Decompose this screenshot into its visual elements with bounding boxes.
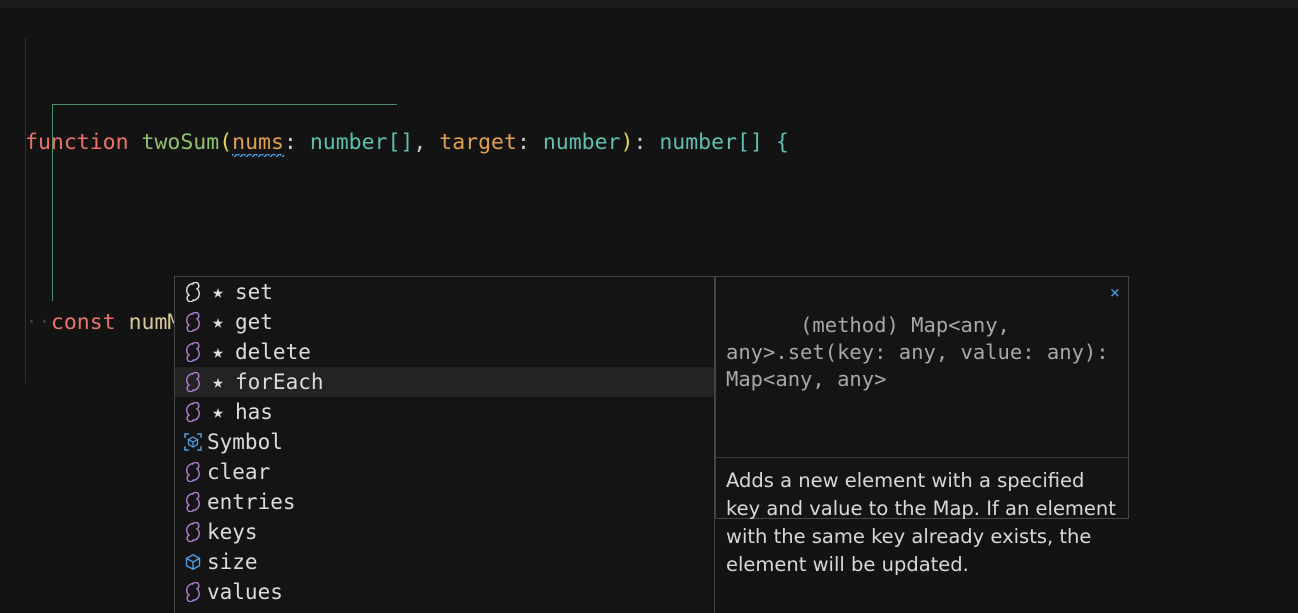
suggest-item-label: values: [207, 580, 283, 604]
token-brace-open: {: [775, 130, 789, 155]
suggest-item-label: delete: [235, 340, 311, 364]
close-icon[interactable]: ×: [1110, 285, 1120, 302]
suggest-widget-list[interactable]: ★ set ★ get ★ delete ★ forEach ★ has Symbol clear en…: [174, 276, 715, 613]
suggest-item-label: has: [235, 400, 273, 424]
suggest-item-get[interactable]: ★ get: [175, 307, 714, 337]
constant-icon: [182, 431, 204, 453]
token-colon: :: [283, 130, 310, 155]
suggest-item-keys[interactable]: keys: [175, 517, 714, 547]
suggest-item-size[interactable]: size: [175, 547, 714, 577]
token-paren-close: ): [620, 130, 634, 155]
property-icon: [182, 551, 204, 573]
suggest-item-label: size: [207, 550, 258, 574]
token-function-name: twoSum: [141, 130, 220, 155]
deprecated-star-icon: ★: [212, 281, 224, 303]
deprecated-star-icon: ★: [212, 371, 224, 393]
whitespace-dots: ··: [25, 310, 51, 335]
token-keyword-function: function: [25, 130, 129, 155]
suggest-signature-text: (method) Map<any, any>.set(key: any, val…: [726, 313, 1121, 391]
deprecated-star-icon: ★: [212, 401, 224, 423]
token-param-target: target: [439, 130, 517, 155]
suggest-item-label: entries: [207, 490, 296, 514]
suggest-item-label: Symbol: [207, 430, 283, 454]
method-icon: [182, 521, 204, 543]
suggest-item-entries[interactable]: entries: [175, 487, 714, 517]
method-icon: [182, 341, 204, 363]
method-icon: [182, 491, 204, 513]
suggest-item-has[interactable]: ★ has: [175, 397, 714, 427]
method-icon: [182, 311, 204, 333]
suggest-item-label: set: [235, 280, 273, 304]
method-icon: [182, 401, 204, 423]
token-space2: [763, 130, 776, 155]
suggest-signature: (method) Map<any, any>.set(key: any, val…: [716, 277, 1128, 457]
token-type-number: number: [542, 130, 621, 155]
vscode-editor-window: function twoSum(nums: number[], target: …: [0, 0, 1298, 613]
sp: [116, 310, 129, 335]
method-icon: [182, 461, 204, 483]
suggest-item-delete[interactable]: ★ delete: [175, 337, 714, 367]
method-icon: [182, 581, 204, 603]
token-return-type: number[]: [659, 130, 763, 155]
token-colon2: :: [516, 130, 543, 155]
suggest-item-symbol[interactable]: Symbol: [175, 427, 714, 457]
suggest-item-clear[interactable]: clear: [175, 457, 714, 487]
token-param-nums: nums: [232, 130, 284, 159]
method-icon: [182, 281, 204, 303]
token-colon3: :: [633, 130, 660, 155]
suggest-item-values[interactable]: values: [175, 577, 714, 607]
token-comma: ,: [413, 130, 440, 155]
token-type-number-array: number[]: [309, 130, 414, 155]
editor-top-strip: [0, 0, 1298, 8]
suggest-details-panel: (method) Map<any, any>.set(key: any, val…: [715, 276, 1129, 576]
suggest-item-label: get: [235, 310, 273, 334]
suggest-item-label: keys: [207, 520, 258, 544]
suggest-item-label: forEach: [235, 370, 324, 394]
method-icon: [182, 371, 204, 393]
token-paren-open: (: [219, 130, 233, 155]
suggest-item-set[interactable]: ★ set: [175, 277, 714, 307]
suggest-description: Adds a new element with a specified key …: [726, 469, 1116, 576]
token-keyword-const: const: [50, 310, 116, 335]
deprecated-star-icon: ★: [212, 311, 224, 333]
deprecated-star-icon: ★: [212, 341, 224, 363]
suggest-item-foreach[interactable]: ★ forEach: [175, 367, 714, 397]
suggest-item-label: clear: [207, 460, 271, 484]
code-line-1[interactable]: function twoSum(nums: number[], target: …: [0, 128, 1298, 159]
